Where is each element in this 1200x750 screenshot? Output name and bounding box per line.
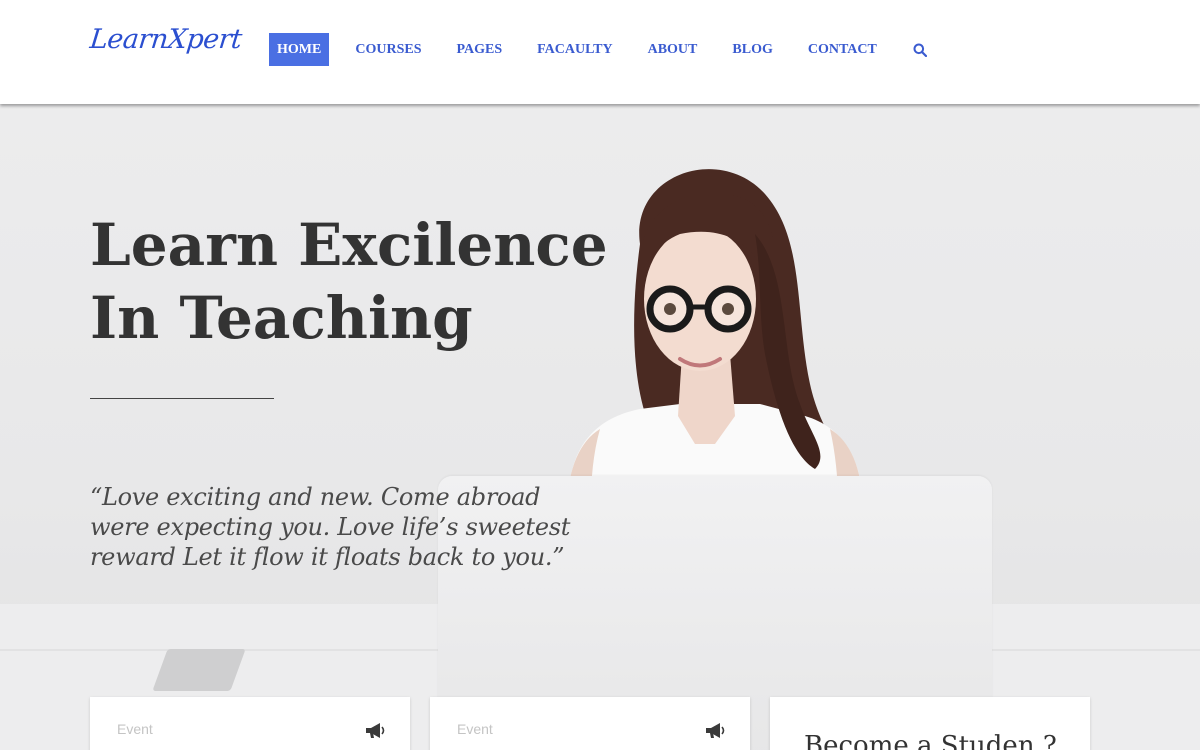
card-label: Event: [117, 721, 153, 737]
nav-home[interactable]: HOME: [269, 33, 330, 66]
nav-contact[interactable]: CONTACT: [808, 33, 877, 66]
card-title: Become a Studen ?: [804, 731, 1057, 750]
nav-pages[interactable]: PAGES: [456, 33, 502, 66]
nav-faculty[interactable]: FACAULTY: [537, 33, 612, 66]
event-card[interactable]: Event: [90, 697, 410, 750]
hero-section: Learn Excilence In Teaching “Love exciti…: [0, 104, 1200, 750]
nav-blog[interactable]: BLOG: [732, 33, 772, 66]
headline-divider: [90, 398, 274, 399]
site-header: LearnXpert HOME COURSES PAGES FACAULTY A…: [0, 0, 1200, 104]
nav-about[interactable]: ABOUT: [648, 33, 698, 66]
megaphone-icon: [706, 723, 725, 738]
hero-quote: “Love exciting and new. Come abroad were…: [90, 483, 571, 571]
hero-headline: Learn Excilence In Teaching: [90, 209, 610, 355]
become-student-card[interactable]: Become a Studen ?: [770, 697, 1090, 750]
card-label: Event: [457, 721, 493, 737]
main-nav: HOME COURSES PAGES FACAULTY ABOUT BLOG C…: [269, 33, 927, 66]
nav-courses[interactable]: COURSES: [355, 33, 421, 66]
search-icon[interactable]: [913, 43, 927, 57]
event-card[interactable]: Event: [430, 697, 750, 750]
megaphone-icon: [366, 723, 385, 738]
phone-image: [152, 649, 246, 691]
headline-line-1: Learn Excilence: [90, 211, 608, 279]
logo[interactable]: LearnXpert: [88, 24, 243, 55]
headline-line-2: In Teaching: [90, 284, 473, 352]
